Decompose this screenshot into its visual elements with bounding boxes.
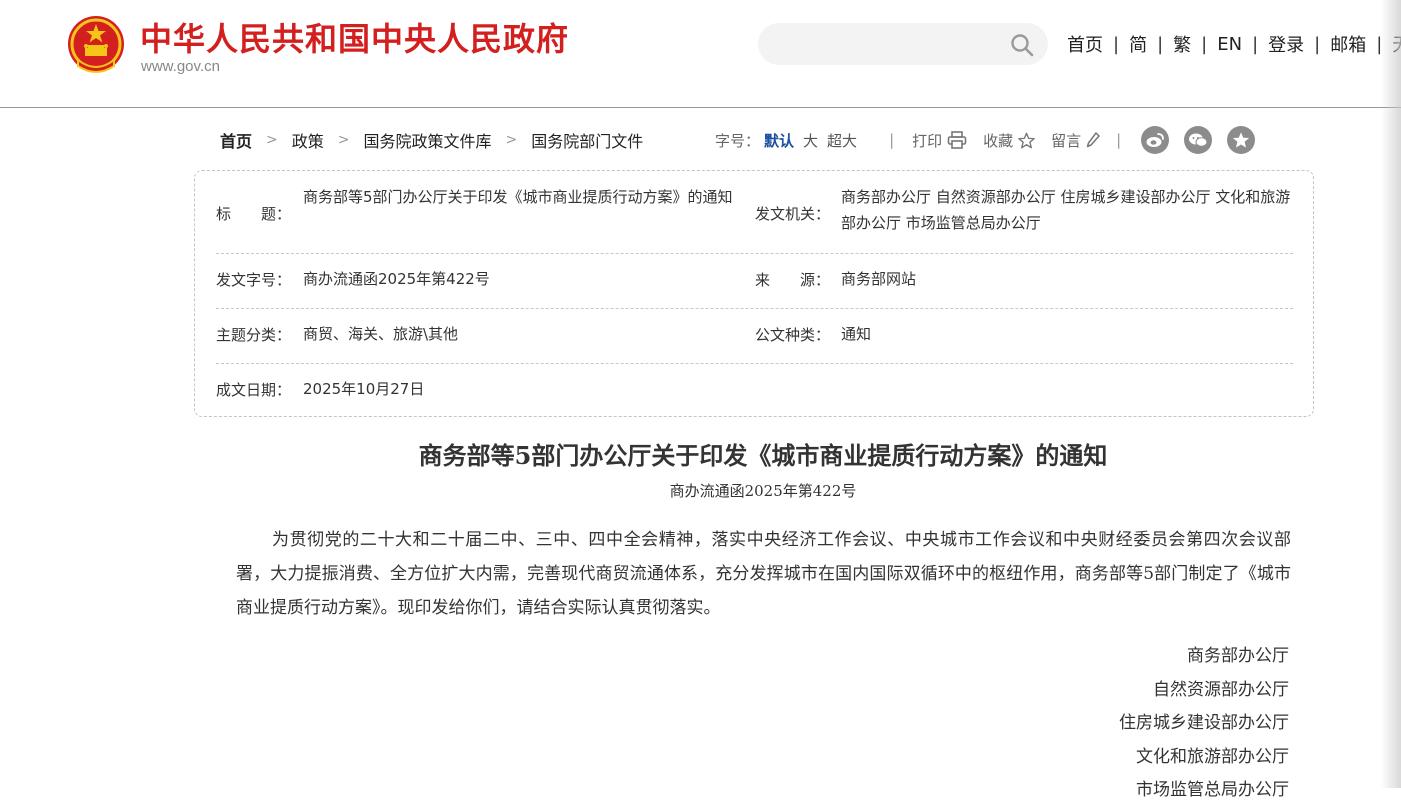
nav-home[interactable]: 首页 (1067, 31, 1103, 57)
title-value: 商务部等5部门办公厅关于印发《城市商业提质行动方案》的通知 (303, 188, 733, 206)
breadcrumb: 首页 > 政策 > 国务院政策文件库 > 国务院部门文件 (220, 128, 643, 152)
date-label: 成文日期： (216, 381, 292, 399)
font-size-xlarge-option[interactable]: 超大 (827, 130, 857, 151)
topic-label: 主题分类： (216, 326, 292, 344)
issuer-value: 商务部办公厅 自然资源部办公厅 住房城乡建设部办公厅 文化和旅游部办公厅 市场监… (841, 188, 1291, 232)
nav-traditional[interactable]: 繁 (1173, 31, 1191, 57)
star-icon[interactable] (1227, 126, 1256, 154)
signer-item: 住房城乡建设部办公厅 (1119, 713, 1289, 733)
toolbar-divider: | (889, 131, 895, 149)
nav-separator: | (1157, 33, 1164, 55)
document-info-table: 标 题： 商务部等5部门办公厅关于印发《城市商业提质行动方案》的通知 发文机关：… (194, 170, 1314, 417)
issuer-label: 发文机关： (755, 205, 831, 223)
nav-separator: | (1113, 33, 1120, 55)
search-icon[interactable] (1010, 33, 1034, 57)
article-title: 商务部等5部门办公厅关于印发《城市商业提质行动方案》的通知 (418, 441, 1108, 470)
signer-item: 商务部办公厅 (1187, 646, 1289, 666)
nav-english[interactable]: EN (1217, 34, 1242, 55)
info-row-docno-source: 发文字号： 商办流通函2025年第422号 来 源： 商务部网站 (216, 253, 1293, 309)
source-value: 商务部网站 (841, 270, 917, 288)
nav-login[interactable]: 登录 (1268, 31, 1304, 57)
wechat-icon[interactable] (1184, 126, 1213, 154)
font-size-default-option[interactable]: 默认 (764, 130, 794, 151)
font-size-large-option[interactable]: 大 (803, 130, 818, 151)
comment-label: 留言 (1051, 131, 1082, 150)
national-emblem-logo[interactable] (66, 14, 126, 78)
comment-button[interactable]: 留言 (1051, 130, 1100, 151)
source-label: 来 源： (755, 271, 831, 289)
star-outline-icon (1018, 132, 1035, 148)
article-toolbar: 字号： 默认 大 超大 | 打印 收藏 留言 | (715, 126, 1270, 154)
signer-item: 市场监管总局办公厅 (1136, 780, 1289, 800)
print-button[interactable]: 打印 (912, 130, 967, 151)
weibo-icon[interactable] (1141, 126, 1170, 154)
doc-type-label: 公文种类： (755, 326, 831, 344)
search-input[interactable] (758, 23, 1048, 65)
topic-value: 商贸、海关、旅游\其他 (303, 325, 459, 343)
signer-item: 自然资源部办公厅 (1153, 679, 1289, 700)
nav-separator: | (1252, 33, 1259, 55)
nav-simplified[interactable]: 简 (1129, 31, 1147, 57)
breadcrumb-department-docs[interactable]: 国务院部门文件 (531, 128, 643, 152)
doc-number-value: 商办流通函2025年第422号 (303, 270, 490, 288)
print-label: 打印 (912, 131, 943, 150)
signer-item: 文化和旅游部办公厅 (1136, 746, 1289, 767)
info-row-date: 成文日期： 2025年10月27日 (216, 363, 1293, 418)
font-size-label: 字号： (715, 131, 761, 150)
nav-separator: | (1201, 33, 1208, 55)
article-doc-number: 商办流通函2025年第422号 (669, 482, 857, 500)
nav-mail[interactable]: 邮箱 (1330, 31, 1366, 57)
printer-icon (947, 131, 967, 149)
chevron-right-icon: > (266, 132, 278, 148)
article-body-paragraph: 为贯彻党的二十大和二十届二中、三中、四中全会精神，落实中央经济工作会议、中央城市… (236, 530, 1291, 618)
info-row-title-issuer: 标 题： 商务部等5部门办公厅关于印发《城市商业提质行动方案》的通知 发文机关：… (216, 171, 1293, 254)
favorite-button[interactable]: 收藏 (983, 130, 1035, 151)
pencil-icon (1086, 132, 1100, 148)
doc-number-label: 发文字号： (216, 271, 292, 289)
breadcrumb-policy-library[interactable]: 国务院政策文件库 (364, 128, 492, 152)
title-label: 标 题： (216, 205, 292, 223)
site-domain: www.gov.cn (141, 58, 220, 75)
info-row-topic-type: 主题分类： 商贸、海关、旅游\其他 公文种类： 通知 (216, 308, 1293, 364)
signer-list: 商务部办公厅 自然资源部办公厅 住房城乡建设部办公厅 文化和旅游部办公厅 市场监… (1119, 640, 1289, 808)
doc-type-value: 通知 (841, 325, 872, 343)
toolbar-divider: | (1116, 131, 1122, 149)
chevron-right-icon: > (337, 132, 350, 148)
site-title[interactable]: 中华人民共和国中央人民政府 (140, 14, 569, 60)
top-nav: 首页 | 简 | 繁 | EN | 登录 | 邮箱 | 无 (1067, 31, 1401, 57)
share-group (1141, 126, 1270, 154)
date-value: 2025年10月27日 (303, 380, 425, 398)
breadcrumb-policy[interactable]: 政策 (292, 128, 324, 152)
chevron-right-icon: > (505, 132, 518, 148)
nav-separator: | (1314, 33, 1321, 55)
page-edge-shadow (1381, 0, 1401, 788)
breadcrumb-home[interactable]: 首页 (220, 128, 252, 152)
site-header: 中华人民共和国中央人民政府 www.gov.cn 首页 | 简 | 繁 | EN… (0, 0, 1401, 108)
favorite-label: 收藏 (983, 131, 1014, 150)
